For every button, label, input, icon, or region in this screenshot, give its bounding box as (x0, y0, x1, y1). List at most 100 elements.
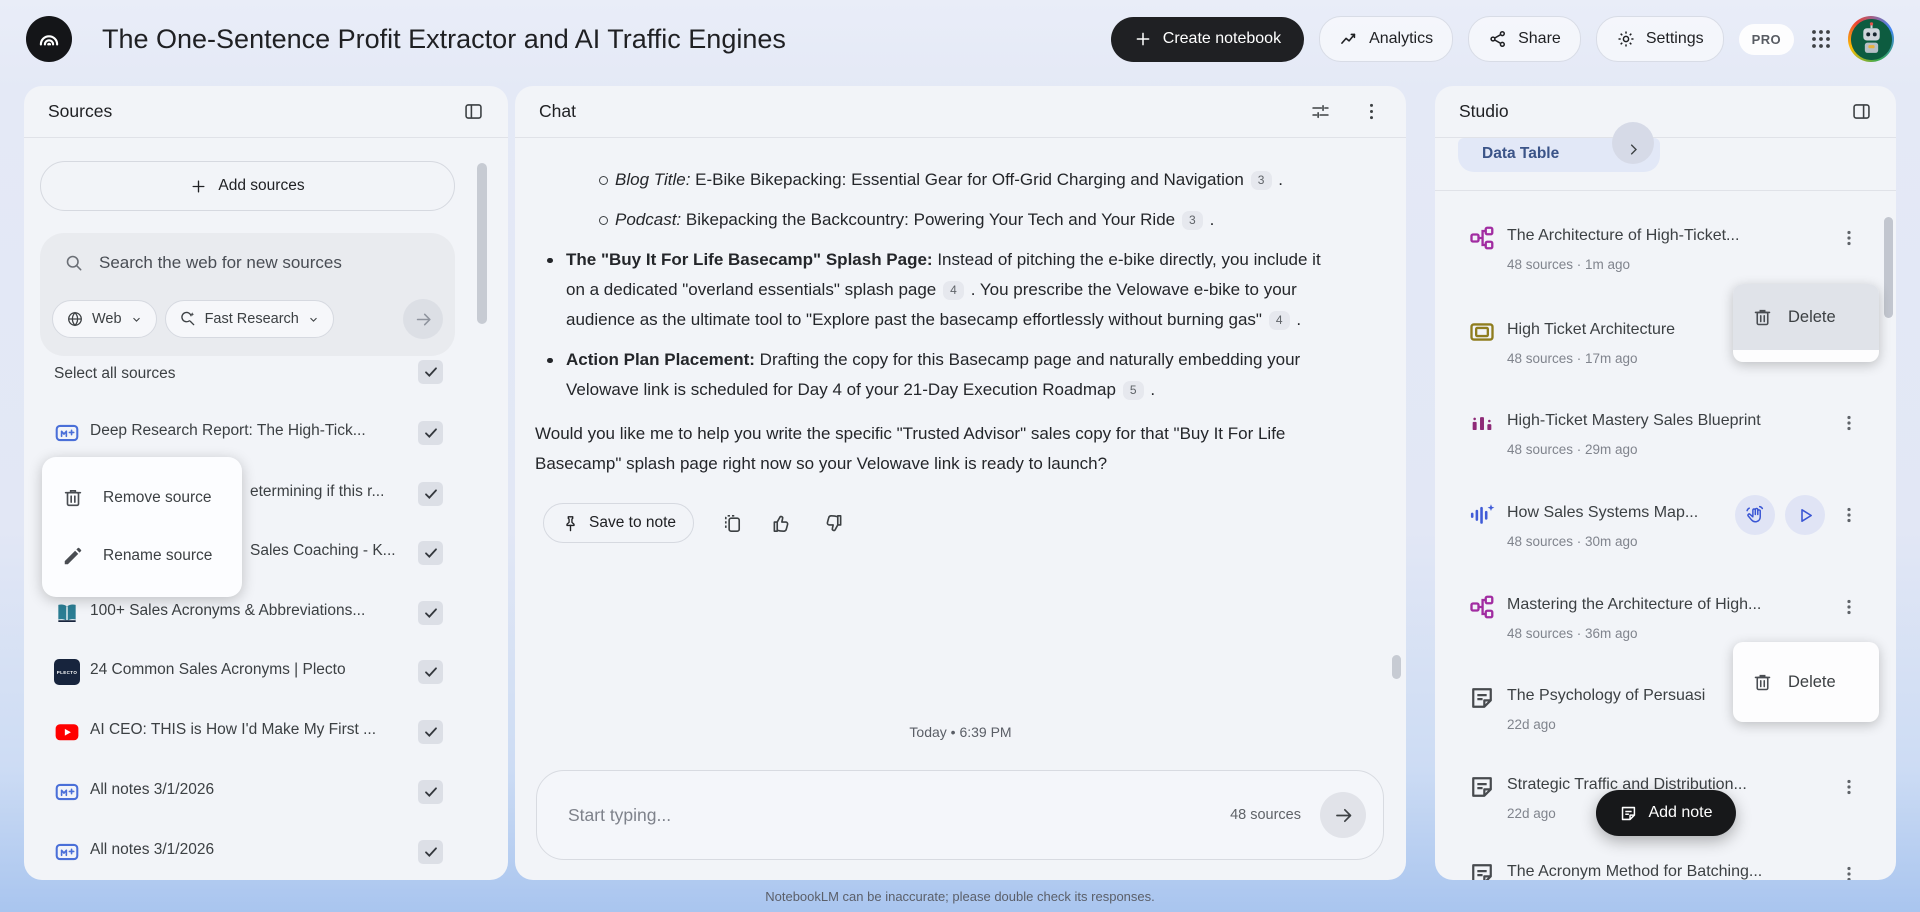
search-web-input[interactable] (97, 252, 437, 274)
send-button[interactable] (1320, 792, 1366, 838)
chip-carousel-next-button[interactable] (1612, 122, 1654, 164)
note-icon (1468, 773, 1496, 801)
sources-panel: Sources Add sources Web (24, 86, 508, 880)
chat-scrollbar-thumb[interactable] (1392, 655, 1401, 679)
chevron-right-icon (1626, 142, 1641, 157)
select-all-checkbox[interactable] (418, 360, 443, 384)
source-checkbox[interactable] (418, 720, 443, 744)
share-button[interactable]: Share (1468, 16, 1581, 62)
source-checkbox[interactable] (418, 482, 443, 506)
chat-settings-icon[interactable] (1310, 101, 1331, 122)
bullet-icon (547, 358, 553, 364)
collapse-panel-icon[interactable] (1851, 101, 1872, 122)
notebooklm-logo-icon[interactable] (26, 16, 72, 62)
web-filter-dropdown[interactable]: Web (52, 300, 157, 338)
report-icon (1468, 409, 1496, 437)
apps-grid-icon[interactable] (1809, 27, 1833, 51)
chat-paragraph: Would you like me to help you write the … (535, 419, 1335, 479)
source-checkbox[interactable] (418, 601, 443, 625)
wave-icon (1745, 505, 1766, 526)
source-checkbox[interactable] (418, 660, 443, 684)
plus-icon (1134, 30, 1152, 48)
play-audio-button[interactable] (1785, 495, 1825, 535)
trash-icon (62, 487, 84, 509)
studio-item-title: High Ticket Architecture (1507, 321, 1675, 339)
thumbs-up-button[interactable] (771, 512, 794, 535)
search-submit-button[interactable] (403, 299, 443, 339)
citation-badge[interactable]: 4 (1269, 311, 1290, 330)
research-mode-dropdown[interactable]: Fast Research (165, 300, 334, 338)
hollow-bullet-icon (599, 176, 608, 185)
source-row[interactable]: All notes 3/1/2026 (24, 768, 508, 816)
citation-badge[interactable]: 3 (1251, 171, 1272, 190)
chat-timestamp: Today • 6:39 PM (515, 724, 1406, 740)
note-icon (1468, 684, 1496, 712)
chevron-down-icon (130, 313, 143, 326)
message-actions: Save to note (535, 503, 1335, 543)
save-to-note-label: Save to note (589, 508, 676, 538)
interactive-mode-button[interactable] (1735, 495, 1775, 535)
source-row[interactable]: All notes 3/1/2026 (24, 828, 508, 876)
chat-input-box: 48 sources (536, 770, 1384, 860)
studio-item-title: The Psychology of Persuasi (1507, 687, 1705, 705)
delete-menu-item[interactable]: Delete (1733, 284, 1879, 350)
citation-badge[interactable]: 5 (1123, 381, 1144, 400)
remove-source-menu-item[interactable]: Remove source (42, 469, 242, 527)
thumbs-down-button[interactable] (821, 512, 844, 535)
more-vertical-icon[interactable] (1840, 778, 1858, 796)
studio-item-title: The Acronym Method for Batching... (1507, 863, 1762, 880)
trash-icon (1752, 672, 1773, 693)
studio-item[interactable]: High-Ticket Mastery Sales Blueprint48 so… (1435, 388, 1896, 478)
source-checkbox[interactable] (418, 541, 443, 565)
source-row[interactable]: AI CEO: THIS is How I'd Make My First ..… (24, 708, 508, 756)
studio-item-title: High-Ticket Mastery Sales Blueprint (1507, 412, 1761, 430)
add-sources-button[interactable]: Add sources (40, 161, 455, 211)
chevron-down-icon (307, 313, 320, 326)
bullet-icon (547, 258, 553, 264)
user-avatar[interactable] (1848, 16, 1894, 62)
more-vertical-icon[interactable] (1840, 229, 1858, 247)
source-checkbox[interactable] (418, 780, 443, 804)
sparkle-search-icon (179, 310, 197, 328)
studio-item-title: The Architecture of High-Ticket... (1507, 227, 1739, 245)
studio-item[interactable]: The Architecture of High-Ticket...48 sou… (1435, 203, 1896, 293)
studio-panel-body: Data Table The Architecture of High-Tick… (1435, 138, 1896, 880)
pro-badge: PRO (1739, 24, 1794, 55)
chat-panel-body: Blog Title: E-Bike Bikepacking: Essentia… (515, 138, 1406, 880)
more-vertical-icon[interactable] (1840, 506, 1858, 524)
source-row[interactable]: PLECTO24 Common Sales Acronyms | Plecto (24, 648, 508, 696)
citation-badge[interactable]: 4 (943, 281, 964, 300)
chat-sub-bullet: Podcast: Bikepacking the Backcountry: Po… (535, 205, 1335, 235)
more-vertical-icon[interactable] (1840, 414, 1858, 432)
mindmap-icon (1468, 224, 1496, 252)
settings-button[interactable]: Settings (1596, 16, 1724, 62)
studio-scrollbar-thumb[interactable] (1884, 217, 1893, 318)
more-vertical-icon[interactable] (1840, 865, 1858, 880)
source-checkbox[interactable] (418, 421, 443, 445)
add-note-button[interactable]: Add note (1595, 790, 1735, 836)
sources-panel-title: Sources (48, 101, 112, 122)
source-checkbox[interactable] (418, 840, 443, 864)
source-title: All notes 3/1/2026 (90, 841, 214, 859)
source-row[interactable]: Deep Research Report: The High-Tick... (24, 409, 508, 457)
rename-source-menu-item[interactable]: Rename source (42, 527, 242, 585)
more-vertical-icon[interactable] (1840, 598, 1858, 616)
analytics-icon (1339, 29, 1359, 49)
sources-panel-body: Add sources Web Fast Research (24, 138, 508, 880)
sources-scrollbar-thumb[interactable] (477, 163, 487, 324)
plus-icon (190, 178, 207, 195)
studio-item[interactable]: How Sales Systems Map...48 sources · 30m… (1435, 480, 1896, 570)
copy-button[interactable] (721, 512, 744, 535)
analytics-button[interactable]: Analytics (1319, 16, 1453, 62)
studio-item[interactable]: The Acronym Method for Batching... (1435, 839, 1896, 880)
delete-menu-item[interactable]: Delete (1733, 642, 1879, 722)
source-title: etermining if this r... (250, 483, 384, 501)
data-table-chip-label: Data Table (1482, 145, 1559, 163)
save-to-note-button[interactable]: Save to note (543, 503, 694, 543)
create-notebook-button[interactable]: Create notebook (1111, 17, 1304, 62)
collapse-panel-icon[interactable] (463, 101, 484, 122)
chat-input[interactable] (566, 804, 1230, 827)
more-vertical-icon[interactable] (1361, 101, 1382, 122)
studio-item-title: Mastering the Architecture of High... (1507, 596, 1761, 614)
citation-badge[interactable]: 3 (1182, 211, 1203, 230)
